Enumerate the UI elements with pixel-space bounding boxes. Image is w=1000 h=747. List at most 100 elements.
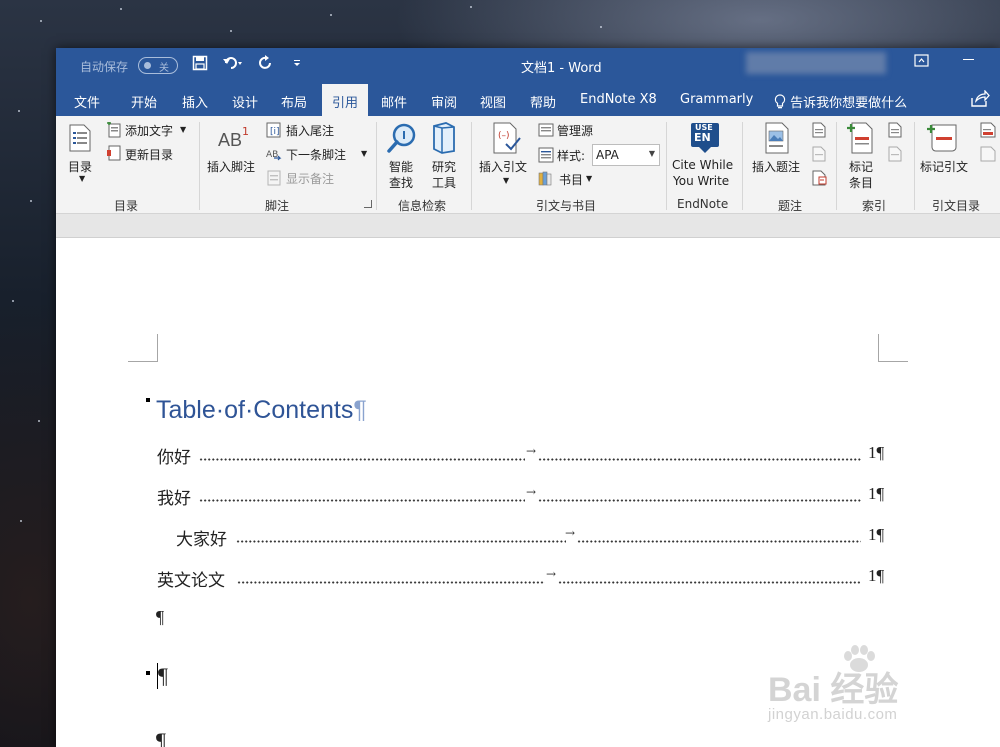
svg-text:[i]: [i] — [270, 127, 280, 137]
watermark-brand: Bai 经验 — [768, 671, 899, 709]
toc-leader-dots — [236, 540, 566, 543]
next-footnote-icon: AB — [266, 150, 282, 161]
insert-citation-label: 插入引文 — [479, 160, 528, 174]
researcher-label-1: 研究 — [432, 160, 457, 174]
group-label-research: 信息检索 — [398, 199, 447, 213]
toc-heading-text: Table·of·Contents — [156, 396, 354, 424]
toc-entry[interactable]: 我好 → 1¶ — [157, 484, 897, 509]
share-icon[interactable] — [970, 89, 990, 112]
toc-entry-label: 我好 — [157, 489, 191, 509]
tab-review[interactable]: 审阅 — [431, 92, 457, 111]
tab-mailings[interactable]: 邮件 — [381, 92, 407, 111]
cross-reference-icon[interactable] — [812, 170, 828, 186]
insert-caption-label: 插入题注 — [752, 160, 801, 174]
insert-index-icon[interactable] — [888, 122, 902, 138]
toc-dropdown-arrow: ▼ — [79, 174, 86, 183]
paragraph-mark-bullet — [146, 398, 150, 402]
tab-view[interactable]: 视图 — [480, 92, 506, 111]
empty-paragraph-mark[interactable]: ¶ — [158, 663, 168, 689]
smart-lookup-label-2: 查找 — [389, 176, 414, 190]
tab-references[interactable]: 引用 — [322, 84, 369, 116]
mark-entry-label-1: 标记 — [849, 160, 874, 174]
table-of-contents-icon — [69, 124, 91, 152]
group-separator — [666, 122, 667, 210]
redo-icon[interactable] — [258, 55, 274, 75]
tab-help[interactable]: 帮助 — [530, 92, 556, 111]
svg-text:(–): (–) — [498, 131, 510, 141]
toc-leader-dots — [558, 581, 861, 584]
empty-paragraph-mark[interactable]: ¶ — [156, 728, 166, 747]
group-label-captions: 题注 — [778, 199, 803, 213]
toc-leader-dots — [237, 581, 545, 584]
insert-endnote-icon: [i] — [266, 122, 281, 138]
tab-insert[interactable]: 插入 — [182, 92, 208, 111]
footnotes-dialog-launcher[interactable] — [364, 200, 372, 208]
ribbon-display-options-icon[interactable] — [914, 54, 930, 72]
paragraph-mark-bullet — [146, 671, 150, 675]
researcher-label-2: 工具 — [432, 176, 457, 190]
cite-while-label-1: Cite While — [672, 158, 734, 172]
tab-file[interactable]: 文件 — [74, 92, 100, 111]
insert-table-of-authorities-icon[interactable] — [980, 122, 996, 138]
bibliography-icon — [538, 171, 552, 186]
toc-leader-dots — [538, 458, 861, 461]
update-index-icon[interactable] — [888, 146, 902, 162]
style-icon — [538, 147, 554, 163]
toc-button-label: 目录 — [68, 160, 93, 174]
mark-entry-icon — [847, 122, 873, 154]
update-table-label: 更新目录 — [125, 148, 174, 162]
update-table-of-figures-icon[interactable] — [812, 146, 826, 162]
next-footnote-dropdown-arrow: ▼ — [361, 149, 368, 158]
insert-table-of-figures-icon[interactable] — [812, 122, 826, 138]
group-label-table-of-authorities: 引文目录 — [932, 199, 981, 213]
tab-layout[interactable]: 布局 — [281, 92, 307, 111]
next-footnote-label: 下一条脚注 — [286, 148, 347, 162]
document-title: 文档1 - Word — [521, 61, 602, 76]
ruler-area — [56, 214, 1000, 238]
toc-entry-page: 1¶ — [868, 566, 885, 585]
pilcrow: ¶ — [353, 396, 367, 424]
update-table-of-authorities-icon[interactable] — [980, 146, 996, 162]
group-label-citations: 引文与书目 — [536, 199, 597, 213]
minimize-icon[interactable] — [962, 52, 976, 70]
group-separator — [471, 122, 472, 210]
tab-endnote[interactable]: EndNote X8 — [580, 92, 657, 107]
autosave-state: 关 — [159, 63, 169, 74]
customize-quick-access-icon[interactable] — [292, 57, 302, 71]
group-label-toc: 目录 — [114, 199, 139, 213]
toc-heading[interactable]: Table·of·Contents¶ — [156, 396, 367, 425]
tab-design[interactable]: 设计 — [232, 92, 258, 111]
tab-home[interactable]: 开始 — [131, 92, 157, 111]
endnote-logo-bottom: EN — [694, 131, 711, 144]
manage-sources-label: 管理源 — [557, 124, 594, 138]
toc-entry[interactable]: 你好 → 1¶ — [157, 443, 897, 468]
researcher-book-icon — [433, 122, 455, 154]
autosave-toggle[interactable]: 关 — [138, 57, 178, 74]
manage-sources-icon — [538, 123, 554, 137]
toc-entry[interactable]: 大家好 → 1¶ — [176, 525, 897, 550]
crop-mark-top-right — [878, 334, 908, 362]
tab-arrow: → — [526, 444, 537, 458]
toggle-knob — [144, 62, 151, 69]
group-separator — [376, 122, 377, 210]
watermark-url: jingyan.baidu.com — [768, 706, 898, 723]
smart-lookup-label-1: 智能 — [389, 160, 414, 174]
bibliography-dropdown-arrow: ▼ — [586, 174, 593, 183]
toc-entry-label: 大家好 — [176, 530, 227, 550]
tab-grammarly[interactable]: Grammarly — [680, 92, 753, 107]
insert-caption-icon — [765, 122, 789, 154]
lightbulb-icon — [774, 94, 786, 109]
add-text-label: 添加文字 — [125, 124, 174, 138]
toc-entry-label: 你好 — [157, 448, 191, 468]
title-bar: 自动保存 关 文档1 - Word — [56, 48, 1000, 84]
empty-paragraph-mark[interactable]: ¶ — [156, 607, 164, 628]
insert-citation-icon: (–) — [493, 122, 521, 154]
toc-entry[interactable]: 英文论文 → 1¶ — [157, 566, 897, 591]
undo-icon[interactable] — [222, 55, 244, 75]
toc-leader-dots — [199, 458, 525, 461]
baidu-watermark: Bai 经验 jingyan.baidu.com — [768, 640, 958, 740]
tell-me-search[interactable]: 告诉我你想要做什么 — [774, 92, 907, 111]
save-icon[interactable] — [192, 55, 208, 75]
citation-style-select[interactable]: APA ▼ — [592, 144, 660, 166]
autosave-label: 自动保存 — [80, 60, 129, 74]
